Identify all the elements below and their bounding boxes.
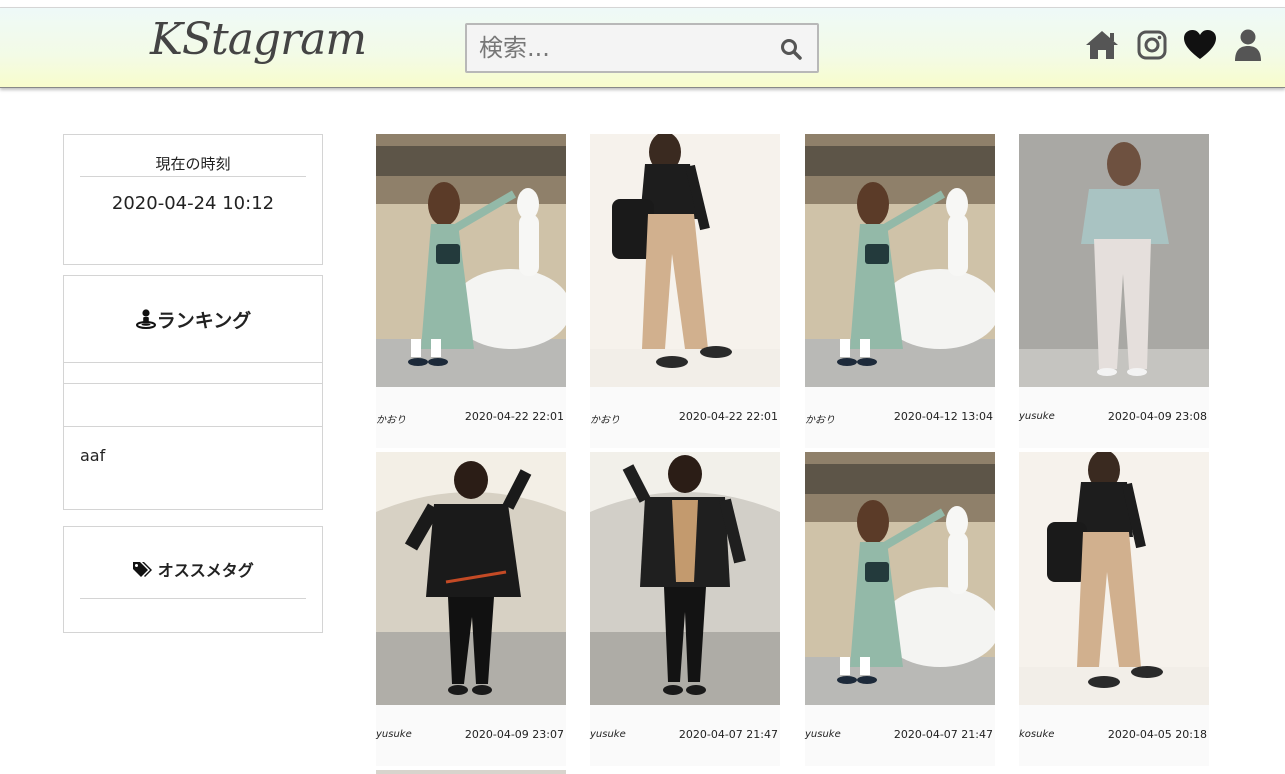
- ranking-item[interactable]: [64, 384, 322, 427]
- tags-panel: オススメタグ: [63, 526, 323, 633]
- tags-title: オススメタグ: [157, 561, 254, 580]
- heart-icon[interactable]: [1182, 28, 1218, 62]
- search-icon[interactable]: [779, 37, 803, 61]
- post-photo[interactable]: [590, 134, 780, 387]
- post-meta: yusuke 2020-04-09 23:07: [376, 705, 566, 766]
- post-meta: kosuke 2020-04-05 20:18: [1019, 705, 1209, 766]
- ranking-panel: ランキング aaf: [63, 275, 323, 510]
- post-photo[interactable]: [1019, 452, 1209, 705]
- post-card[interactable]: yusuke 2020-04-07 21:47: [590, 452, 780, 766]
- post-photo[interactable]: [805, 452, 995, 705]
- ranking-item[interactable]: [64, 363, 322, 384]
- ranking-item-label: aaf: [80, 446, 106, 465]
- clock-panel: 現在の時刻 2020-04-24 10:12: [63, 134, 323, 265]
- ranking-title: ランキング: [156, 309, 252, 332]
- post-date: 2020-04-05 20:18: [1107, 728, 1207, 741]
- post-photo[interactable]: [805, 134, 995, 387]
- ranking-item[interactable]: aaf: [64, 427, 322, 510]
- post-username[interactable]: yusuke: [1019, 411, 1055, 422]
- post-username[interactable]: yusuke: [590, 729, 626, 740]
- post-card[interactable]: かおり 2020-04-22 22:01: [376, 134, 566, 448]
- post-username[interactable]: かおり: [805, 411, 835, 426]
- post-card[interactable]: kosuke 2020-04-05 20:18: [1019, 452, 1209, 766]
- clock-value: 2020-04-24 10:12: [111, 193, 275, 214]
- post-date: 2020-04-07 21:47: [893, 728, 993, 741]
- post-card[interactable]: かおり 2020-04-22 22:01: [590, 134, 780, 448]
- app-header: KStagram: [0, 8, 1285, 88]
- top-border: [0, 0, 1285, 8]
- post-card[interactable]: yusuke 2020-04-07 21:47: [805, 452, 995, 766]
- ranking-icon: [135, 309, 156, 329]
- post-date: 2020-04-22 22:01: [678, 410, 778, 423]
- post-meta: かおり 2020-04-22 22:01: [376, 387, 566, 448]
- instagram-icon[interactable]: [1134, 28, 1170, 62]
- post-meta: yusuke 2020-04-07 21:47: [805, 705, 995, 766]
- post-username[interactable]: かおり: [376, 411, 406, 426]
- post-card[interactable]: yusuke 2020-04-09 23:07: [376, 452, 566, 766]
- post-photo-partial[interactable]: [376, 770, 566, 774]
- search-bar: [465, 23, 819, 73]
- tags-header: オススメタグ: [80, 557, 306, 599]
- post-username[interactable]: yusuke: [805, 729, 841, 740]
- ranking-header: ランキング: [64, 276, 322, 363]
- post-meta: かおり 2020-04-12 13:04: [805, 387, 995, 448]
- home-icon[interactable]: [1084, 28, 1120, 62]
- clock-title: 現在の時刻: [80, 153, 306, 177]
- post-card[interactable]: yusuke 2020-04-09 23:08: [1019, 134, 1209, 448]
- post-username[interactable]: yusuke: [376, 729, 412, 740]
- post-date: 2020-04-09 23:08: [1107, 410, 1207, 423]
- tag-icon: [133, 562, 153, 577]
- post-username[interactable]: kosuke: [1019, 729, 1054, 740]
- post-meta: yusuke 2020-04-09 23:08: [1019, 387, 1209, 448]
- post-photo[interactable]: [376, 452, 566, 705]
- post-meta: yusuke 2020-04-07 21:47: [590, 705, 780, 766]
- post-date: 2020-04-12 13:04: [893, 410, 993, 423]
- post-date: 2020-04-22 22:01: [464, 410, 564, 423]
- post-photo[interactable]: [590, 452, 780, 705]
- post-date: 2020-04-07 21:47: [678, 728, 778, 741]
- post-date: 2020-04-09 23:07: [464, 728, 564, 741]
- app-logo[interactable]: KStagram: [150, 14, 367, 65]
- post-card[interactable]: かおり 2020-04-12 13:04: [805, 134, 995, 448]
- user-icon[interactable]: [1230, 28, 1266, 62]
- search-input[interactable]: [479, 31, 759, 65]
- post-photo[interactable]: [1019, 134, 1209, 387]
- post-username[interactable]: かおり: [590, 411, 620, 426]
- post-meta: かおり 2020-04-22 22:01: [590, 387, 780, 448]
- post-photo[interactable]: [376, 134, 566, 387]
